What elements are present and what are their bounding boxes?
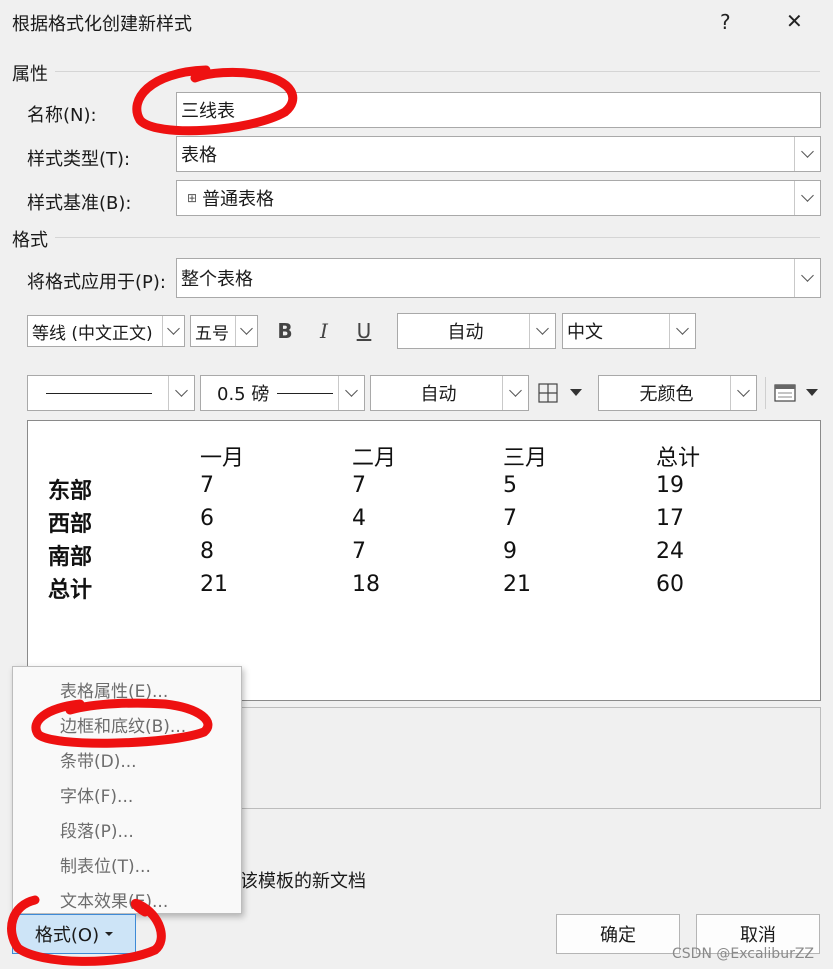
format-divider — [55, 237, 820, 238]
menu-item-tabs[interactable]: 制表位(T)... — [60, 852, 151, 877]
chevron-down-icon[interactable] — [794, 181, 820, 215]
name-input[interactable]: 三线表 — [176, 92, 821, 128]
properties-section-label: 属性 — [12, 64, 48, 85]
preview-header-cell: 三月 — [503, 446, 548, 471]
chevron-down-icon[interactable] — [669, 314, 695, 348]
preview-cell: 60 — [656, 572, 684, 597]
chevron-down-icon[interactable] — [794, 259, 820, 297]
preview-cell: 7 — [200, 473, 214, 498]
style-base-label: 样式基准(B): — [27, 193, 132, 214]
font-value: 等线 (中文正文) — [32, 323, 153, 344]
preview-cell: 8 — [200, 539, 214, 564]
format-section-label: 格式 — [12, 230, 48, 251]
style-base-value: 普通表格 — [202, 189, 275, 210]
preview-cell: 4 — [352, 506, 366, 531]
preview-cell: 21 — [503, 572, 531, 597]
properties-divider — [55, 71, 820, 72]
border-width-line — [277, 392, 334, 394]
dialog-title: 根据格式化创建新样式 — [12, 14, 192, 35]
italic-button[interactable]: I — [311, 316, 337, 346]
font-size-select[interactable]: 五号 — [190, 315, 258, 347]
style-type-value: 表格 — [181, 145, 217, 166]
preview-cell: 7 — [352, 539, 366, 564]
chevron-down-icon[interactable] — [168, 376, 194, 410]
preview-row-label: 西部 — [48, 512, 93, 537]
apply-to-label: 将格式应用于(P): — [27, 272, 166, 293]
preview-cell: 21 — [200, 572, 228, 597]
preview-area — [27, 420, 821, 701]
preview-row-label: 总计 — [48, 578, 93, 603]
font-color-value: 自动 — [447, 322, 484, 343]
format-context-menu: 表格属性(E)... 边框和底纹(B)... 条带(D)... 字体(F)...… — [12, 666, 242, 914]
preview-cell: 19 — [656, 473, 684, 498]
style-type-label: 样式类型(T): — [27, 149, 131, 170]
menu-item-paragraph[interactable]: 段落(P)... — [60, 817, 134, 842]
preview-cell: 9 — [503, 539, 517, 564]
chevron-down-icon[interactable] — [730, 376, 756, 410]
menu-item-borders-shading[interactable]: 边框和底纹(B)... — [60, 712, 186, 737]
font-size-value: 五号 — [195, 323, 229, 344]
preview-header-cell: 一月 — [200, 446, 245, 471]
shading-select[interactable]: 无颜色 — [598, 375, 757, 411]
help-button[interactable]: ? — [720, 10, 731, 34]
language-select[interactable]: 中文 — [562, 313, 696, 349]
preview-header-cell: 二月 — [352, 446, 397, 471]
border-color-value: 自动 — [420, 384, 457, 405]
preview-cell: 18 — [352, 572, 380, 597]
chevron-down-icon[interactable] — [794, 137, 820, 171]
table-style-dropdown-icon[interactable] — [806, 389, 818, 396]
style-base-select[interactable]: ⊞ 普通表格 — [176, 180, 821, 216]
font-select[interactable]: 等线 (中文正文) — [27, 315, 185, 347]
border-width-select[interactable]: 0.5 磅 — [200, 375, 365, 411]
toolbar-divider — [765, 377, 766, 409]
watermark: CSDN @ExcaliburZZ — [672, 946, 815, 962]
name-label: 名称(N): — [27, 105, 97, 126]
menu-item-text-effects[interactable]: 文本效果(E)... — [60, 887, 168, 912]
borders-grid-icon[interactable] — [538, 383, 558, 403]
chevron-down-icon[interactable] — [529, 314, 555, 348]
preview-cell: 7 — [503, 506, 517, 531]
chevron-down-icon[interactable] — [162, 316, 184, 346]
apply-to-select[interactable]: 整个表格 — [176, 258, 821, 298]
language-value: 中文 — [567, 322, 603, 343]
borders-dropdown-icon[interactable] — [570, 389, 582, 396]
preview-header-cell: 总计 — [656, 446, 701, 471]
underline-button[interactable]: U — [351, 316, 377, 346]
chevron-down-icon[interactable] — [235, 316, 257, 346]
preview-row-label: 东部 — [48, 479, 93, 504]
border-color-select[interactable]: 自动 — [370, 375, 529, 411]
format-button[interactable]: 格式(O) — [12, 914, 136, 954]
border-width-value: 0.5 磅 — [217, 384, 270, 405]
template-option-text: 该模板的新文档 — [240, 871, 366, 892]
menu-item-banding[interactable]: 条带(D)... — [60, 747, 137, 772]
apply-to-value: 整个表格 — [181, 269, 253, 290]
format-button-label: 格式(O) — [34, 925, 100, 946]
preview-row-label: 南部 — [48, 545, 93, 570]
ok-button[interactable]: 确定 — [556, 914, 680, 954]
preview-cell: 7 — [352, 473, 366, 498]
chevron-down-icon[interactable] — [338, 376, 364, 410]
menu-item-table-properties[interactable]: 表格属性(E)... — [60, 677, 168, 702]
chevron-down-icon[interactable] — [502, 376, 528, 410]
border-style-select[interactable] — [27, 375, 195, 411]
shading-value: 无颜色 — [639, 384, 694, 405]
line-style-preview — [46, 392, 152, 394]
menu-item-font[interactable]: 字体(F)... — [60, 782, 133, 807]
caret-down-icon — [105, 932, 114, 936]
table-style-icon[interactable] — [774, 384, 796, 402]
table-style-icon: ⊞ — [187, 191, 198, 205]
bold-button[interactable]: B — [272, 316, 298, 346]
preview-cell: 6 — [200, 506, 214, 531]
font-color-select[interactable]: 自动 — [397, 313, 556, 349]
close-button[interactable]: ✕ — [786, 9, 803, 33]
preview-cell: 5 — [503, 473, 517, 498]
name-input-value: 三线表 — [181, 101, 235, 122]
preview-cell: 17 — [656, 506, 684, 531]
preview-cell: 24 — [656, 539, 684, 564]
description-box — [240, 707, 821, 809]
style-type-select[interactable]: 表格 — [176, 136, 821, 172]
